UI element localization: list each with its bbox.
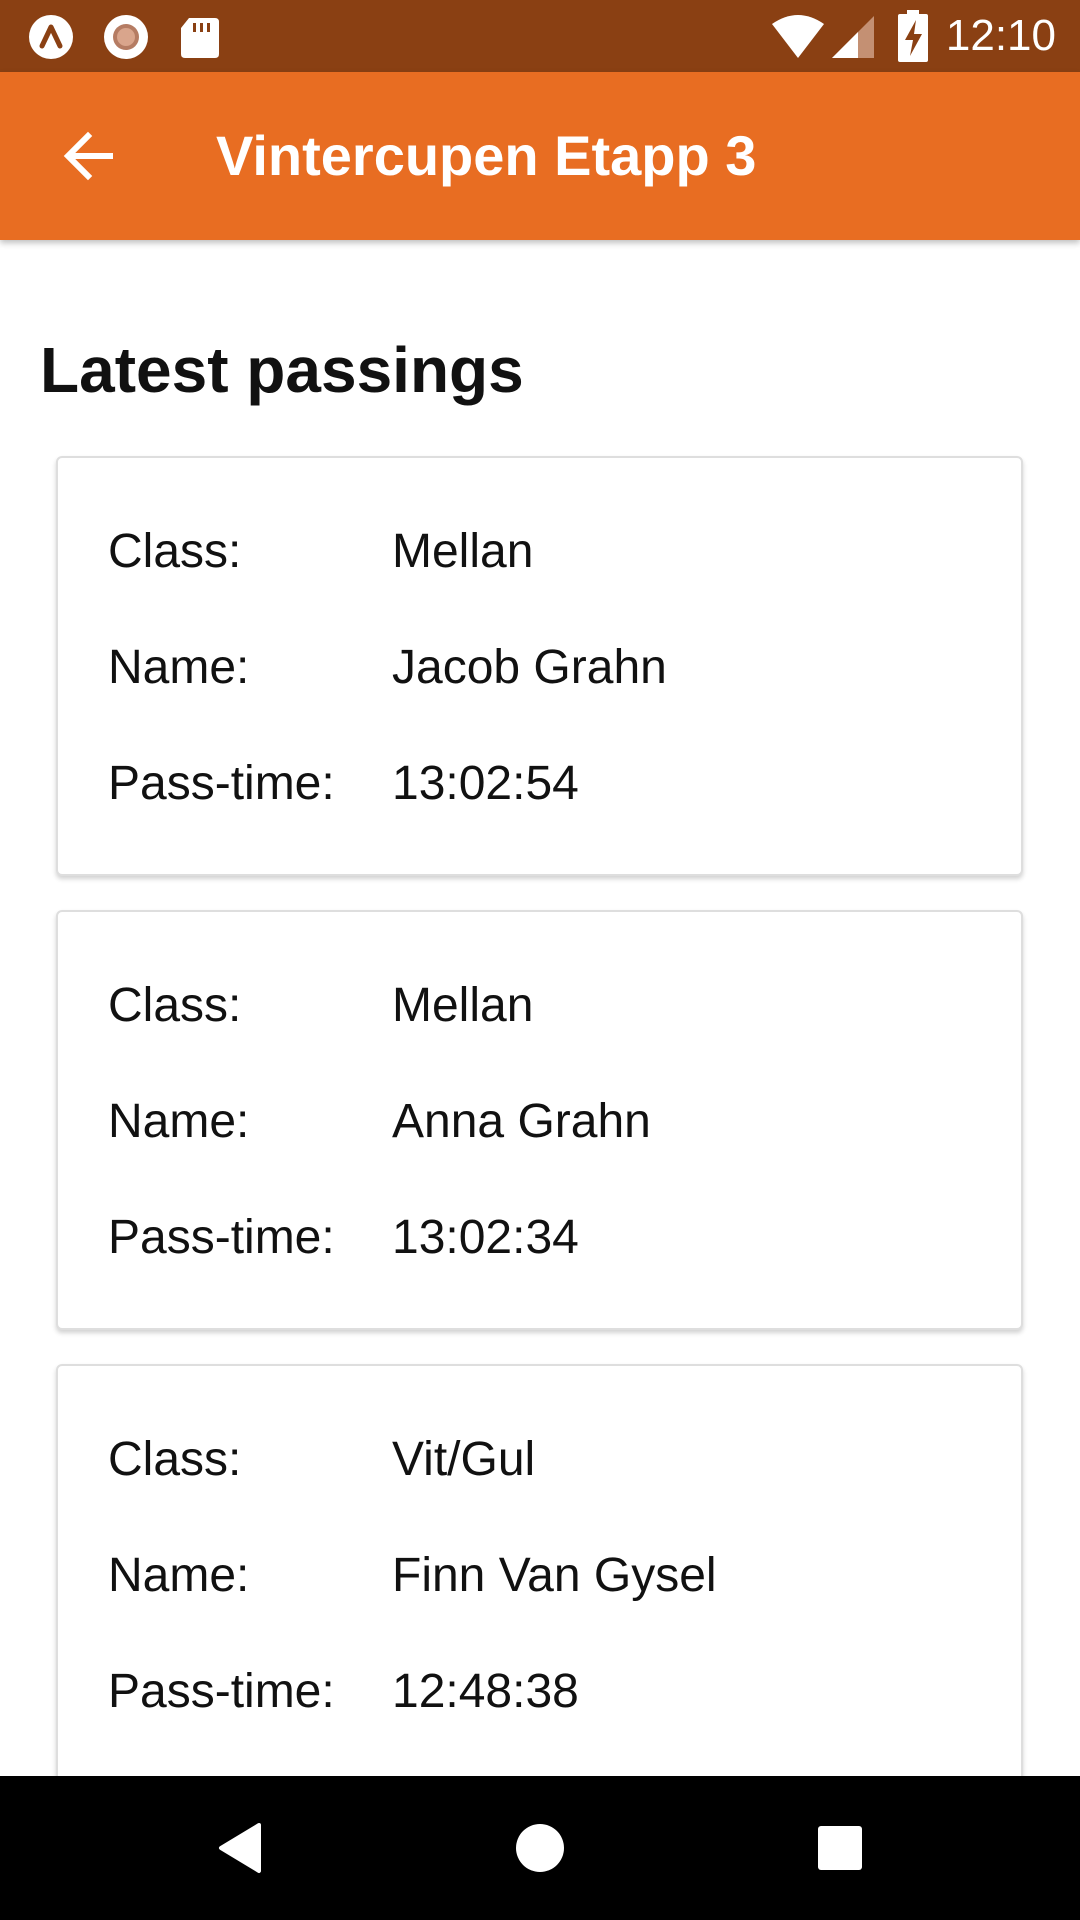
- name-row: Name: Finn Van Gysel: [108, 1546, 988, 1606]
- class-label: Class:: [108, 1433, 242, 1486]
- navigation-bar: [0, 1776, 1080, 1920]
- screen: 12:10 Vintercupen Etapp 3 Latest passing…: [0, 0, 1080, 1920]
- pass-time-label: Pass-time:: [108, 757, 335, 810]
- passings-list-container[interactable]: Latest passings Class: Mellan Name: Jaco…: [0, 240, 1080, 1776]
- pass-time-row: Pass-time: 13:02:34: [108, 1208, 988, 1268]
- class-row: Class: Mellan: [108, 522, 988, 582]
- pass-time-value: 13:02:34: [392, 1211, 579, 1264]
- pass-time-row: Pass-time: 12:48:38: [108, 1662, 988, 1722]
- pass-time-value: 13:02:54: [392, 757, 579, 810]
- section-heading: Latest passings: [40, 334, 524, 406]
- back-triangle-icon: [219, 1823, 261, 1873]
- name-row: Name: Anna Grahn: [108, 1092, 988, 1152]
- pass-time-label: Pass-time:: [108, 1665, 335, 1718]
- name-value: Jacob Grahn: [392, 641, 667, 694]
- class-value: Vit/Gul: [392, 1433, 536, 1486]
- record-icon: [104, 15, 148, 59]
- class-row: Class: Vit/Gul: [108, 1430, 988, 1490]
- passing-card: Class: Mellan Name: Jacob Grahn Pass-tim…: [56, 456, 1023, 876]
- status-clock: 12:10: [945, 11, 1056, 60]
- name-label: Name:: [108, 641, 250, 694]
- pass-time-row: Pass-time: 13:02:54: [108, 754, 988, 814]
- app-title: Vintercupen Etapp 3: [216, 124, 757, 187]
- name-value: Anna Grahn: [392, 1095, 651, 1148]
- class-value: Mellan: [392, 525, 534, 578]
- recents-square-icon: [818, 1826, 862, 1870]
- name-value: Finn Van Gysel: [392, 1549, 717, 1602]
- launcher-icon: [29, 15, 73, 59]
- passing-card: Class: Mellan Name: Anna Grahn Pass-time…: [56, 910, 1023, 1330]
- back-button[interactable]: [40, 108, 136, 204]
- class-value: Mellan: [392, 979, 534, 1032]
- signal-icon: [832, 16, 874, 58]
- home-circle-icon: [516, 1824, 564, 1872]
- app-bar: Vintercupen Etapp 3: [0, 72, 1080, 240]
- pass-time-label: Pass-time:: [108, 1211, 335, 1264]
- nav-home-button[interactable]: [492, 1800, 588, 1896]
- pass-time-value: 12:48:38: [392, 1665, 579, 1718]
- name-label: Name:: [108, 1549, 250, 1602]
- status-bar: 12:10: [0, 0, 1080, 72]
- wifi-icon: [772, 15, 824, 58]
- arrow-back-icon: [63, 131, 113, 181]
- class-label: Class:: [108, 525, 242, 578]
- passing-card: Class: Vit/Gul Name: Finn Van Gysel Pass…: [56, 1364, 1023, 1776]
- class-row: Class: Mellan: [108, 976, 988, 1036]
- name-row: Name: Jacob Grahn: [108, 638, 988, 698]
- nav-recents-button[interactable]: [792, 1800, 888, 1896]
- nav-back-button[interactable]: [192, 1800, 288, 1896]
- sd-card-icon: [181, 18, 219, 58]
- class-label: Class:: [108, 979, 242, 1032]
- battery-charging-icon: [898, 10, 928, 62]
- name-label: Name:: [108, 1095, 250, 1148]
